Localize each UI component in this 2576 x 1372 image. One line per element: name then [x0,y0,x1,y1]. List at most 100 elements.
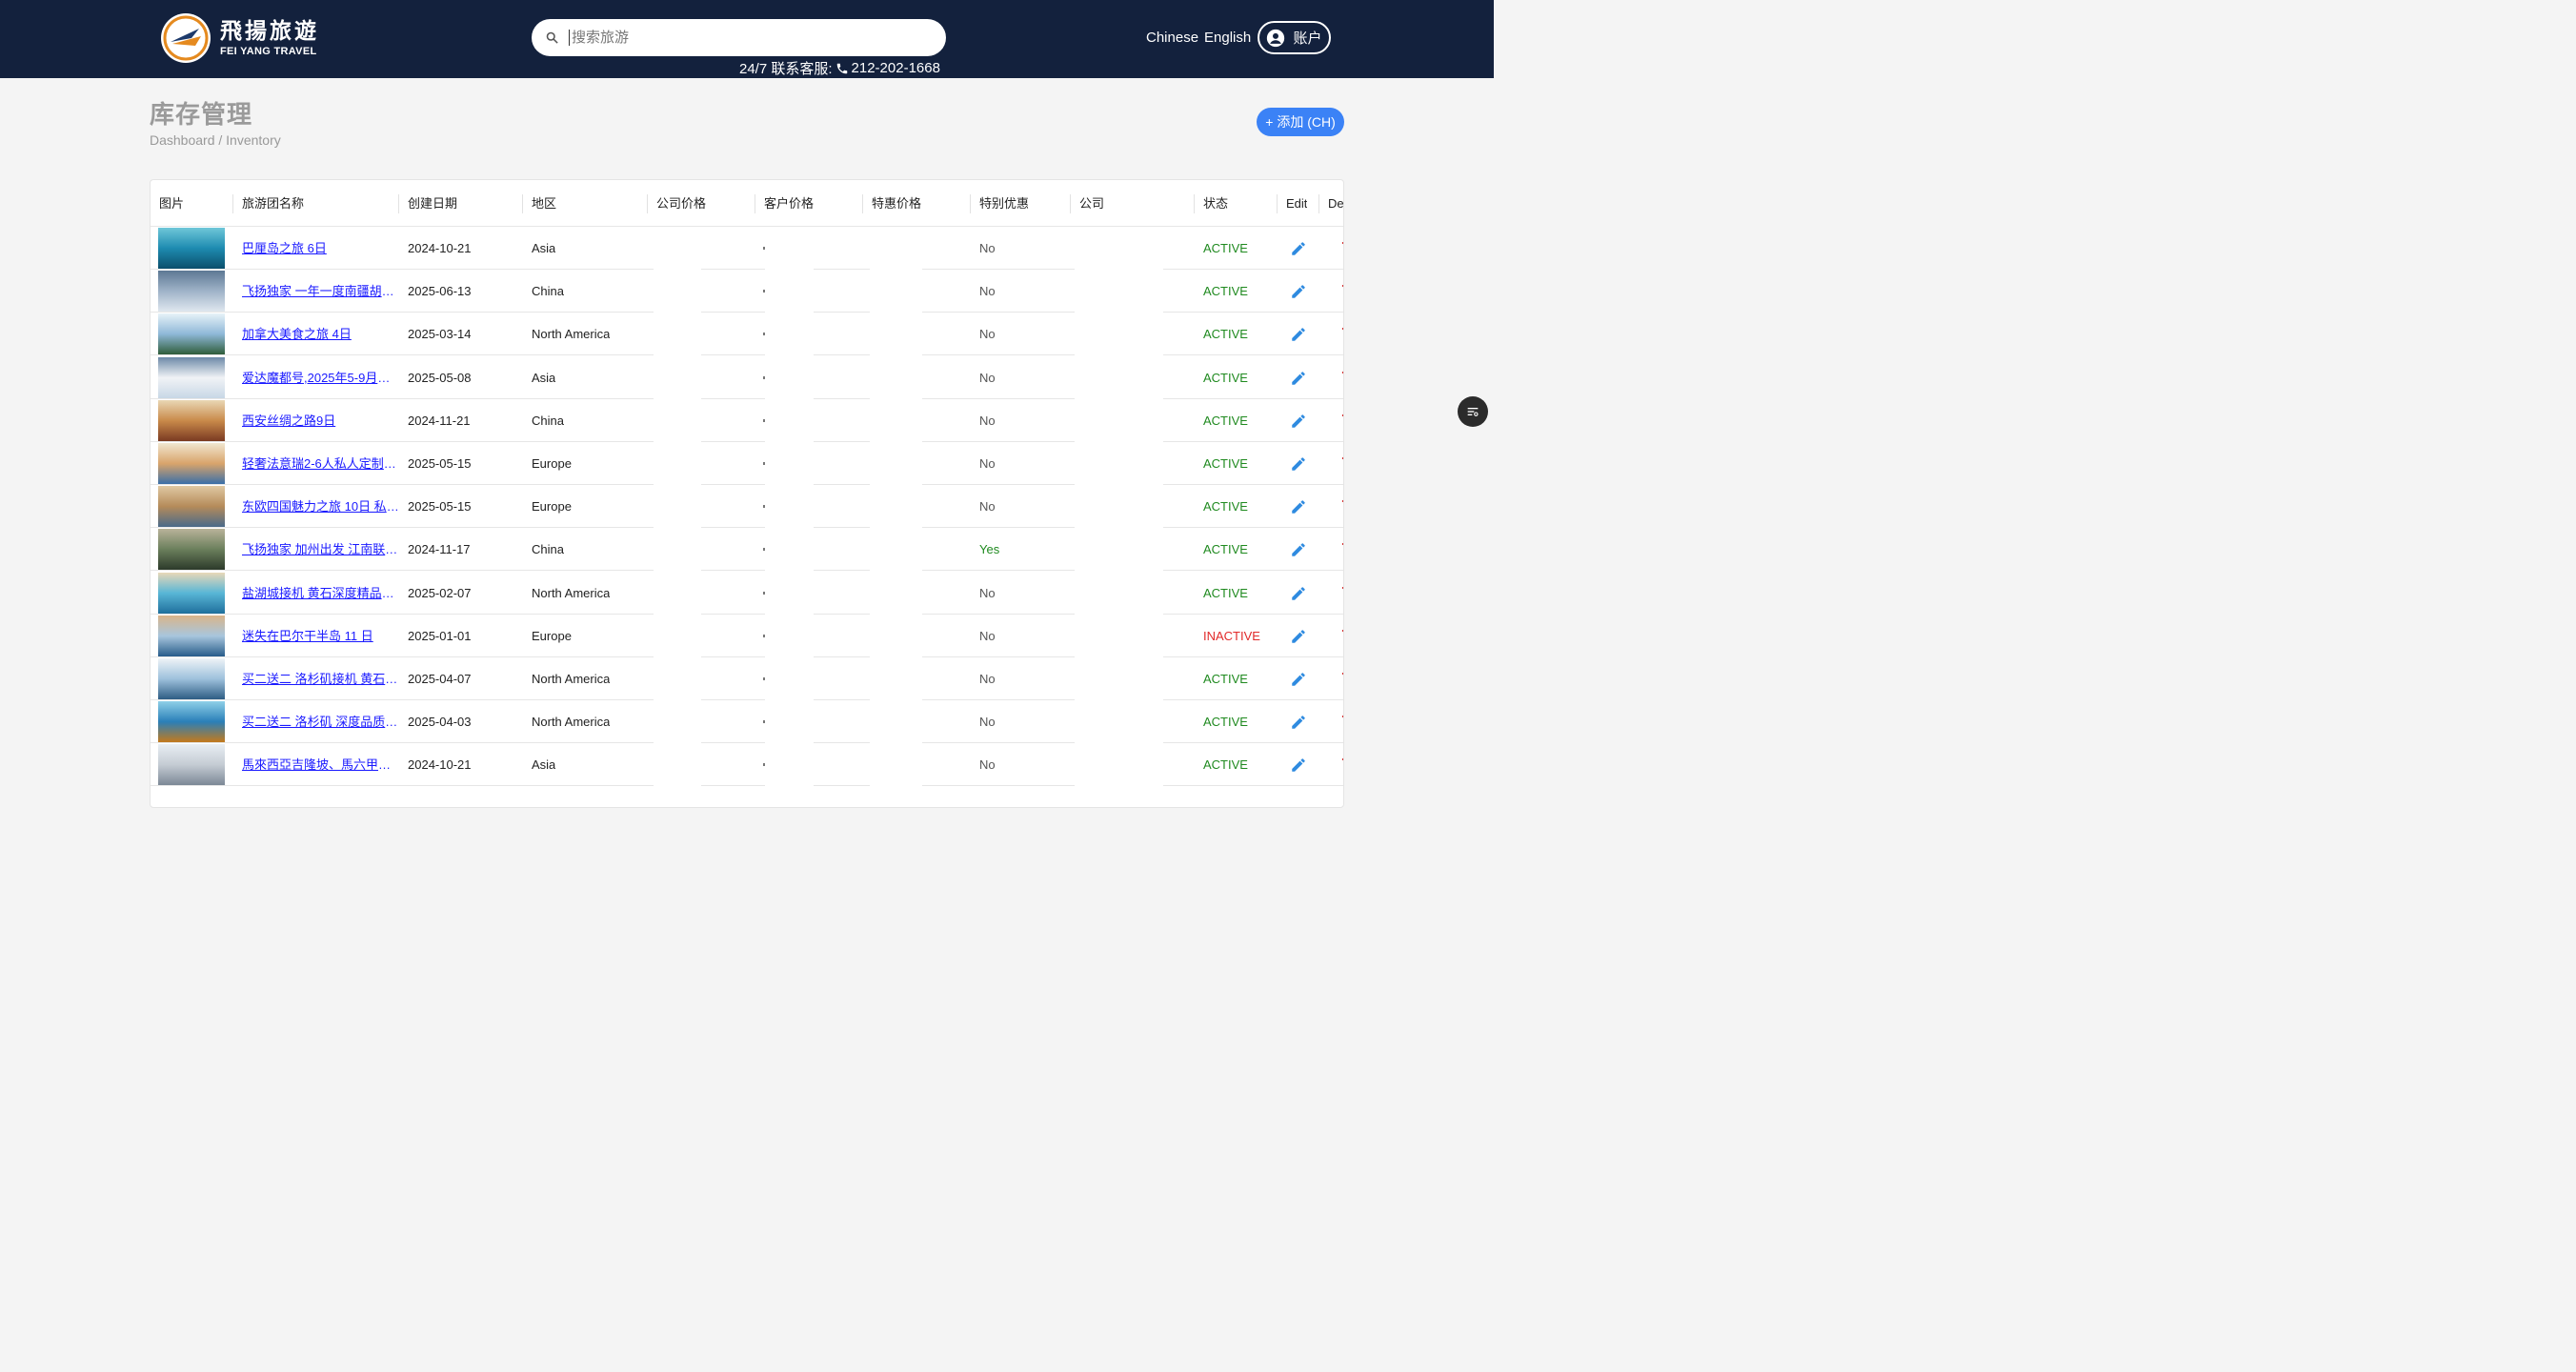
edit-pencil-icon[interactable] [1290,498,1307,515]
tour-thumbnail [158,443,225,484]
region: Europe [532,456,572,471]
delete-trash-icon[interactable] [1341,282,1343,301]
special-offer: No [979,456,996,471]
col-region-header: 地区 [532,196,557,211]
edit-pencil-icon[interactable] [1290,370,1307,387]
edit-pencil-icon[interactable] [1290,714,1307,731]
tour-name-link[interactable]: 西安丝绸之路9日 [242,399,400,442]
truncated-price-marker [763,462,765,465]
tour-name-link[interactable]: 盐湖城接机 黄石深度精品系列 [242,572,400,615]
account-label: 账户 [1293,30,1322,47]
table-row: 飞扬独家 一年一度南疆胡杨林 2025-06-13 China No ACTIVE [151,270,1343,313]
lang-chinese-link[interactable]: Chinese [1146,30,1198,46]
hotline-number[interactable]: 212-202-1668 [852,60,940,76]
delete-trash-icon[interactable] [1341,627,1343,646]
edit-pencil-icon[interactable] [1290,283,1307,300]
tour-thumbnail [158,658,225,699]
logo-emblem-icon [161,13,211,63]
tour-name-link[interactable]: 迷失在巴尔干半岛 11 日 [242,615,400,657]
status-badge: ACTIVE [1203,499,1248,514]
edit-pencil-icon[interactable] [1290,240,1307,257]
search-input[interactable] [569,30,921,46]
special-offer: No [979,413,996,428]
truncated-price-marker [763,591,765,595]
tour-name-link[interactable]: 巴厘岛之旅 6日 [242,227,400,270]
delete-trash-icon[interactable] [1341,239,1343,258]
lang-english-link[interactable]: English [1204,30,1251,46]
column-divider[interactable] [1277,194,1278,213]
table-row: 西安丝绸之路9日 2024-11-21 China No ACTIVE [151,399,1343,442]
brand-logo[interactable]: 飛揚旅遊 FEI YANG TRAVEL [161,13,319,63]
breadcrumb[interactable]: Dashboard / Inventory [150,132,281,148]
col-edit-header: Edit [1286,196,1308,211]
tour-name-link[interactable]: 飞扬独家 加州出发 江南联动九 [242,528,400,571]
edit-pencil-icon[interactable] [1290,628,1307,645]
special-offer: No [979,499,996,514]
tour-thumbnail [158,744,225,786]
delete-trash-icon[interactable] [1341,497,1343,516]
column-divider[interactable] [1070,194,1071,213]
special-offer: No [979,284,996,299]
column-divider[interactable] [1194,194,1195,213]
delete-trash-icon[interactable] [1341,670,1343,689]
column-divider[interactable] [647,194,648,213]
column-divider[interactable] [522,194,523,213]
column-divider[interactable] [232,194,233,213]
add-tour-button[interactable]: + 添加 (CH) [1257,108,1344,136]
delete-trash-icon[interactable] [1341,756,1343,775]
tour-thumbnail [158,271,225,313]
status-badge: ACTIVE [1203,672,1248,686]
edit-pencil-icon[interactable] [1290,757,1307,774]
tour-name-link[interactable]: 加拿大美食之旅 4日 [242,313,400,355]
delete-trash-icon[interactable] [1341,325,1343,344]
delete-trash-icon[interactable] [1341,454,1343,474]
special-offer: No [979,327,996,342]
tour-name-link[interactable]: 爱达魔都号,2025年5-9月航线... [242,356,400,399]
created-date: 2025-05-15 [408,499,472,514]
column-divider[interactable] [970,194,971,213]
column-divider[interactable] [1318,194,1319,213]
column-divider[interactable] [398,194,399,213]
truncated-price-marker [763,720,765,724]
delete-trash-icon[interactable] [1341,540,1343,559]
table-row: 迷失在巴尔干半岛 11 日 2025-01-01 Europe No INACTIVE [151,615,1343,657]
tour-name-link[interactable]: 买二送二 洛杉矶接机 黄石套餐 [242,657,400,700]
col-special-price-header: 特惠价格 [872,196,922,211]
special-offer: No [979,585,996,600]
tour-name-link[interactable]: 轻奢法意瑞2-6人私人定制10日 [242,442,400,485]
edit-pencil-icon[interactable] [1290,413,1307,430]
truncated-price-marker [763,763,765,767]
floating-menu-button[interactable] [1458,396,1488,427]
truncated-price-marker [763,548,765,552]
created-date: 2024-10-21 [408,241,472,255]
delete-trash-icon[interactable] [1341,369,1343,388]
tour-thumbnail [158,701,225,743]
edit-pencil-icon[interactable] [1290,541,1307,558]
truncated-price-marker [763,375,765,379]
created-date: 2025-04-07 [408,672,472,686]
account-button[interactable]: 账户 [1258,21,1331,54]
delete-trash-icon[interactable] [1341,412,1343,431]
tour-name-link[interactable]: 买二送二 洛杉矶 深度品质系列 [242,700,400,743]
tour-thumbnail [158,313,225,355]
column-divider[interactable] [862,194,863,213]
delete-trash-icon[interactable] [1341,713,1343,732]
col-created-date-header: 创建日期 [408,196,458,211]
delete-trash-icon[interactable] [1341,584,1343,603]
tour-thumbnail [158,228,225,269]
hotline: 24/7 联系客服: 212-202-1668 [739,58,940,78]
tour-name-link[interactable]: 飞扬独家 一年一度南疆胡杨林 [242,270,400,313]
top-navbar: 飛揚旅遊 FEI YANG TRAVEL 24/7 联系客服: 212-202-… [0,0,1494,78]
special-offer: No [979,672,996,686]
tour-name-link[interactable]: 东欧四国魅力之旅 10日 私人定 [242,485,400,528]
edit-pencil-icon[interactable] [1290,326,1307,343]
edit-pencil-icon[interactable] [1290,671,1307,688]
tour-name-link[interactable]: 馬來西亞吉隆坡、馬六甲、檳城 [242,743,400,786]
search-bar [532,19,946,56]
tour-thumbnail [158,486,225,528]
tour-thumbnail [158,572,225,614]
edit-pencil-icon[interactable] [1290,455,1307,473]
truncated-price-marker [763,290,765,293]
table-row: 加拿大美食之旅 4日 2025-03-14 North America No ACTIV… [151,313,1343,356]
edit-pencil-icon[interactable] [1290,585,1307,602]
